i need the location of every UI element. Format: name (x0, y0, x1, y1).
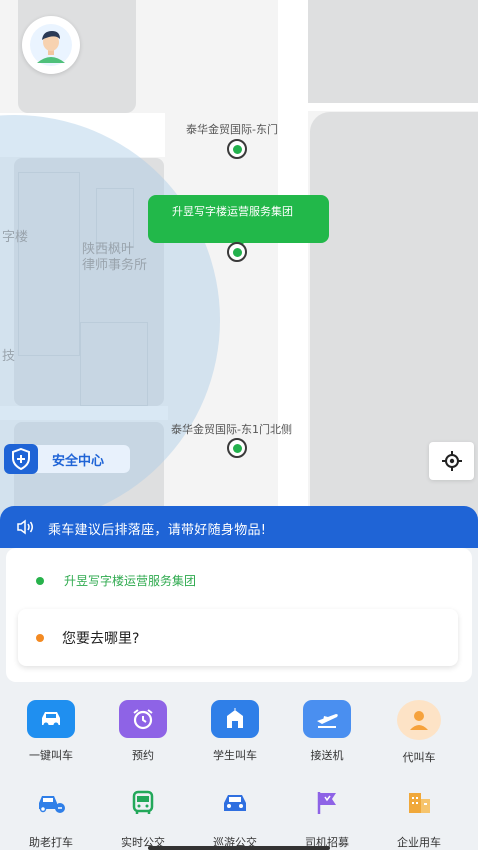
poi-label-east1-north[interactable]: 泰华金贸国际-东1门北侧 (171, 421, 292, 437)
safety-center-button[interactable]: 安全中心 (4, 444, 130, 474)
destination-dot (36, 633, 44, 642)
service-label: 一键叫车 (29, 749, 73, 762)
map-faint-label: 律师事务所 (82, 258, 148, 273)
alarm-clock-icon (119, 700, 167, 738)
person-icon (397, 700, 441, 740)
service-driver-recruit[interactable]: 司机招募 (281, 784, 373, 850)
service-enterprise-car[interactable]: 企业用车 (373, 784, 465, 850)
origin-text: 升昱写字楼运营服务集团 (64, 574, 197, 588)
school-icon (211, 700, 259, 738)
service-airport-transfer[interactable]: 接送机 (281, 700, 373, 765)
pickup-point-bubble[interactable]: 升昱写字楼运营服务集团 (148, 195, 329, 249)
map-faint-label: 字楼 (2, 230, 29, 245)
bottom-sheet: 升昱写字楼运营服务集团 您要去哪里? 一键叫车 预约 学生叫车 接送机 代叫车 … (0, 548, 478, 850)
airplane-icon (303, 700, 351, 738)
map-block (295, 0, 478, 105)
speaker-icon (17, 519, 33, 535)
origin-dot (36, 576, 44, 585)
trip-card: 升昱写字楼运营服务集团 您要去哪里? (6, 548, 472, 682)
marker-dot (232, 144, 242, 154)
car-icon (27, 700, 75, 738)
locate-me-button[interactable] (429, 442, 474, 480)
building-icon (395, 784, 443, 822)
origin-field[interactable]: 升昱写字楼运营服务集团 (36, 572, 196, 589)
poi-marker-east-gate[interactable] (227, 139, 247, 159)
service-label: 代叫车 (402, 751, 436, 764)
service-reservation[interactable]: 预约 (97, 700, 189, 765)
pickup-point-marker[interactable] (227, 242, 247, 262)
shield-icon (4, 444, 38, 474)
service-label: 企业用车 (397, 836, 441, 849)
safety-center-label: 安全中心 (52, 453, 105, 469)
map-faint-label: 技 (2, 349, 16, 364)
service-call-for-others[interactable]: 代叫车 (373, 700, 465, 765)
poi-label-east-gate[interactable]: 泰华金贸国际-东门 (186, 121, 278, 137)
bus-icon (119, 784, 167, 822)
home-indicator[interactable] (148, 846, 330, 850)
service-grid-row-2: 助老打车 实时公交 巡游公交 司机招募 企业用车 (0, 784, 478, 850)
marker-dot (232, 443, 242, 453)
crosshair-icon (441, 451, 462, 471)
map-view[interactable]: 陕西枫叶 律师事务所 字楼 技 泰华金贸国际-东门 升昱写字楼运营服务集团 泰华… (0, 0, 478, 540)
map-road (295, 103, 478, 111)
elderly-car-icon (27, 784, 75, 822)
user-avatar[interactable] (22, 16, 80, 74)
destination-input[interactable]: 您要去哪里? (18, 609, 458, 666)
service-elderly-taxi[interactable]: 助老打车 (5, 784, 97, 850)
service-label: 助老打车 (29, 836, 73, 849)
cruise-car-icon (211, 784, 259, 822)
service-one-click-taxi[interactable]: 一键叫车 (5, 700, 97, 765)
service-label: 学生叫车 (213, 749, 257, 762)
service-grid-row-1: 一键叫车 预约 学生叫车 接送机 代叫车 (0, 700, 478, 765)
service-realtime-bus[interactable]: 实时公交 (97, 784, 189, 850)
marker-dot (232, 247, 242, 257)
service-label: 接送机 (310, 749, 344, 762)
destination-placeholder: 您要去哪里? (62, 630, 140, 647)
notice-text: 乘车建议后排落座，请带好随身物品! (48, 523, 267, 538)
poi-marker-east1-north[interactable] (227, 438, 247, 458)
avatar-person-icon (30, 24, 72, 66)
map-faint-label: 陕西枫叶 (82, 242, 135, 257)
service-cruise-bus[interactable]: 巡游公交 (189, 784, 281, 850)
map-road (278, 0, 308, 540)
service-label: 预约 (132, 749, 154, 762)
service-student-taxi[interactable]: 学生叫车 (189, 700, 281, 765)
flag-icon (303, 784, 351, 822)
